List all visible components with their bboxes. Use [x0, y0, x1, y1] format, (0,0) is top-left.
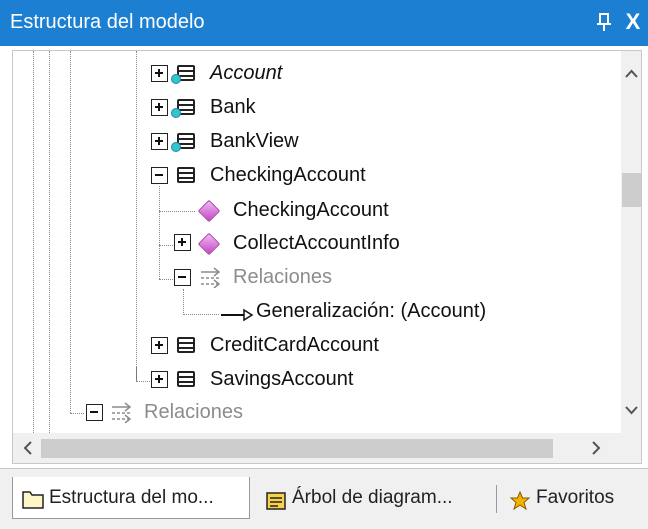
class-icon: [175, 369, 197, 389]
generalization-arrow-icon: [220, 303, 254, 325]
tree-item-collectaccountinfo[interactable]: CollectAccountInfo: [233, 231, 400, 255]
tab-model-structure[interactable]: Estructura del mo...: [12, 477, 250, 519]
tab-diagram-tree[interactable]: Árbol de diagram...: [256, 479, 494, 517]
expand-toggle[interactable]: [151, 99, 168, 116]
tree-guide-line: [183, 314, 219, 315]
class-icon: [171, 97, 197, 118]
vertical-scroll-thumb[interactable]: [622, 173, 641, 207]
tree-item-bankview[interactable]: BankView: [210, 129, 299, 153]
tab-label: Árbol de diagram...: [292, 487, 453, 508]
operation-diamond-icon: [197, 199, 221, 223]
tree-item-account[interactable]: Account: [210, 61, 282, 85]
relations-icon: [110, 401, 136, 424]
tab-favorites[interactable]: Favoritos: [500, 479, 646, 517]
tree-guide-line: [136, 381, 150, 382]
tree-guide-line: [33, 51, 34, 433]
title-bar: Estructura del modelo X: [0, 0, 648, 46]
expand-toggle[interactable]: [151, 371, 168, 388]
scroll-left-button[interactable]: [21, 438, 35, 463]
scroll-right-button[interactable]: [589, 438, 603, 463]
tree-guide-line: [70, 413, 84, 414]
relations-icon: [199, 266, 225, 289]
scroll-up-button[interactable]: [621, 65, 641, 83]
vertical-scrollbar[interactable]: [621, 51, 641, 433]
tree-guide-line: [70, 51, 71, 413]
class-icon: [175, 335, 197, 355]
class-icon: [171, 63, 197, 84]
window-title: Estructura del modelo: [10, 11, 205, 33]
expand-toggle[interactable]: [174, 234, 191, 251]
model-tree: Account Bank BankView CheckingAccount Ch…: [12, 50, 642, 464]
expand-toggle[interactable]: [151, 133, 168, 150]
tab-label: Favoritos: [536, 487, 615, 508]
pin-icon[interactable]: [594, 9, 614, 35]
class-icon: [171, 131, 197, 152]
tree-guide-line: [49, 51, 50, 433]
collapse-toggle[interactable]: [151, 167, 168, 184]
model-structure-window: Estructura del modelo X Account Bank Ban…: [0, 0, 648, 529]
tree-guide-line: [159, 211, 195, 212]
tree-item-operation-checkingaccount[interactable]: CheckingAccount: [233, 198, 389, 222]
collapse-toggle[interactable]: [86, 404, 103, 421]
tree-item-savingsaccount[interactable]: SavingsAccount: [210, 367, 353, 391]
tree-guide-line: [183, 289, 184, 315]
tree-guide-line: [159, 186, 160, 279]
scroll-down-button[interactable]: [621, 401, 641, 419]
expand-toggle[interactable]: [151, 337, 168, 354]
folder-icon: [21, 486, 45, 524]
tree-item-bank[interactable]: Bank: [210, 95, 256, 119]
horizontal-scroll-thumb[interactable]: [41, 439, 553, 458]
tab-separator: [496, 485, 497, 513]
collapse-toggle[interactable]: [174, 269, 191, 286]
tree-guide-line: [136, 367, 137, 381]
tree-item-relaciones-outer[interactable]: Relaciones: [144, 400, 243, 424]
expand-toggle[interactable]: [151, 65, 168, 82]
favorites-icon: [508, 488, 532, 526]
tree-guide-line: [159, 245, 173, 246]
tree-item-checkingaccount[interactable]: CheckingAccount: [210, 163, 366, 187]
horizontal-scrollbar[interactable]: [13, 433, 641, 463]
tree-item-generalizacion[interactable]: Generalización: (Account): [256, 299, 486, 323]
tree-item-creditcardaccount[interactable]: CreditCardAccount: [210, 333, 379, 357]
tree-item-relaciones[interactable]: Relaciones: [233, 265, 332, 289]
tree-guide-line: [136, 51, 137, 381]
close-button[interactable]: X: [622, 8, 644, 36]
tree-guide-line: [159, 279, 173, 280]
operation-diamond-icon: [197, 232, 221, 256]
tab-bar: Estructura del mo... Árbol de diagram...…: [0, 468, 648, 529]
tab-label: Estructura del mo...: [49, 487, 214, 508]
diagram-tree-icon: [264, 488, 288, 526]
class-icon: [175, 165, 197, 185]
